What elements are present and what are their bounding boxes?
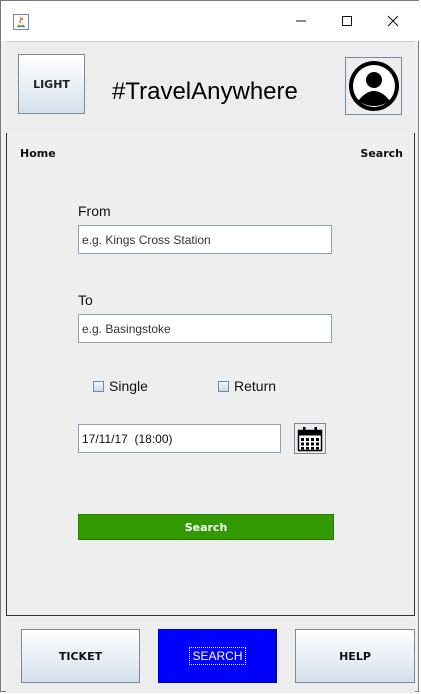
from-label: From bbox=[78, 203, 111, 219]
single-checkbox-box[interactable] bbox=[93, 380, 104, 392]
from-input[interactable] bbox=[78, 225, 332, 254]
maximize-icon bbox=[342, 16, 352, 26]
calendar-button[interactable] bbox=[294, 423, 326, 454]
search-submit-button[interactable]: Search bbox=[78, 514, 334, 540]
search-tab-button[interactable]: SEARCH bbox=[158, 629, 277, 683]
minimize-icon bbox=[296, 20, 306, 22]
maximize-button[interactable] bbox=[324, 1, 370, 41]
search-panel: Home Search From To Single Return bbox=[6, 133, 415, 616]
close-icon bbox=[387, 15, 399, 27]
return-checkbox[interactable]: Return bbox=[218, 378, 276, 394]
light-theme-button[interactable]: LIGHT bbox=[18, 54, 85, 114]
calendar-icon bbox=[297, 426, 323, 451]
to-label: To bbox=[78, 292, 93, 308]
user-avatar-icon bbox=[348, 61, 399, 111]
header-panel: LIGHT #TravelAnywhere bbox=[6, 41, 415, 134]
java-app-icon bbox=[13, 14, 29, 30]
app-title: #TravelAnywhere bbox=[112, 78, 298, 105]
search-tab-label: SEARCH bbox=[189, 647, 246, 665]
breadcrumb-home[interactable]: Home bbox=[20, 147, 56, 160]
minimize-button[interactable] bbox=[278, 1, 324, 41]
return-checkbox-box[interactable] bbox=[218, 380, 229, 392]
help-tab-button[interactable]: HELP bbox=[295, 629, 415, 683]
title-bar bbox=[1, 1, 420, 41]
ticket-tab-button[interactable]: TICKET bbox=[21, 629, 140, 683]
single-checkbox-label: Single bbox=[109, 378, 148, 394]
close-button[interactable] bbox=[370, 1, 416, 41]
single-checkbox[interactable]: Single bbox=[93, 378, 148, 394]
app-window: LIGHT #TravelAnywhere Home Search From T… bbox=[0, 0, 420, 693]
to-input[interactable] bbox=[78, 314, 332, 343]
bottom-navigation: TICKET SEARCH HELP bbox=[6, 617, 415, 693]
datetime-input[interactable] bbox=[78, 424, 281, 453]
profile-button[interactable] bbox=[345, 57, 402, 115]
breadcrumb-search: Search bbox=[360, 147, 403, 160]
return-checkbox-label: Return bbox=[234, 378, 277, 394]
